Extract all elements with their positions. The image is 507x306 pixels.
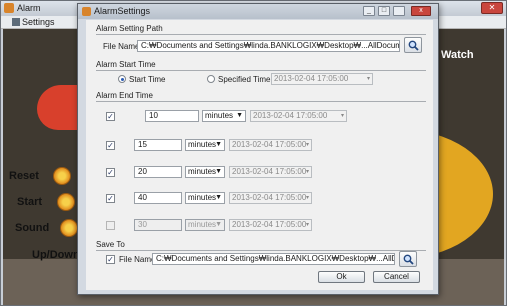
- end-time-amount[interactable]: 30: [134, 219, 182, 231]
- end-time-unit[interactable]: minutes ▼: [185, 139, 225, 151]
- background-window-title: Alarm: [17, 3, 41, 13]
- end-time-picker[interactable]: 2013-02-04 17:05:00 ▾: [250, 110, 347, 122]
- label-updown: Up/Down: [32, 249, 80, 261]
- section-save-to: Save To: [96, 240, 125, 249]
- calendar-icon: ▾: [305, 142, 309, 148]
- magnifier-icon: [403, 254, 414, 265]
- label-reset: Reset: [9, 170, 39, 182]
- end-time-checkbox[interactable]: ✓: [106, 112, 115, 121]
- minimize-button[interactable]: _: [363, 6, 375, 16]
- alarm-settings-dialog: AlarmSettings _ □ x Alarm Setting Path F…: [77, 3, 439, 295]
- start-time-radio[interactable]: [118, 75, 126, 83]
- calendar-icon: ▾: [305, 169, 309, 175]
- separator: [96, 70, 426, 71]
- end-time-value: 2013-02-04 17:05:00: [232, 220, 307, 229]
- section-setting-path: Alarm Setting Path: [96, 24, 163, 33]
- calendar-icon: ▾: [340, 113, 344, 119]
- chevron-down-icon: ▼: [215, 194, 222, 201]
- cancel-button[interactable]: Cancel: [373, 271, 420, 283]
- ok-button[interactable]: Ok: [318, 271, 365, 283]
- end-time-checkbox[interactable]: ✓: [106, 194, 115, 203]
- alarm-icon: [82, 7, 91, 16]
- end-time-amount[interactable]: 20: [134, 166, 182, 178]
- end-time-picker[interactable]: 2013-02-04 17:05:00 ▾: [229, 166, 312, 178]
- app-icon: [4, 3, 14, 13]
- calendar-icon: ▾: [366, 76, 370, 82]
- label-sound: Sound: [15, 222, 50, 234]
- end-time-unit[interactable]: minutes ▼: [185, 219, 225, 231]
- end-time-amount[interactable]: 10: [145, 110, 199, 122]
- separator: [96, 101, 426, 102]
- magnifier-icon: [408, 40, 419, 51]
- end-time-picker[interactable]: 2013-02-04 17:05:00 ▾: [229, 219, 312, 231]
- end-time-value: 2013-02-04 17:05:00: [232, 193, 307, 202]
- dialog-titlebar[interactable]: AlarmSettings _ □ x: [78, 4, 438, 19]
- separator: [96, 250, 426, 251]
- reset-button[interactable]: [53, 167, 71, 185]
- specified-time-picker[interactable]: 2013-02-04 17:05:00 ▾: [271, 73, 373, 85]
- save-to-checkbox[interactable]: ✓: [106, 255, 115, 264]
- unit-label: minutes: [188, 140, 217, 149]
- start-time-radio-label: Start Time: [129, 75, 166, 84]
- chevron-down-icon: ▼: [236, 112, 243, 119]
- dialog-body: Alarm Setting Path File Name C:₩Document…: [86, 20, 433, 290]
- section-end-time: Alarm End Time: [96, 91, 153, 100]
- unit-label: minutes: [205, 111, 234, 120]
- chevron-down-icon: ▼: [215, 168, 222, 175]
- end-time-unit[interactable]: minutes ▼: [185, 166, 225, 178]
- chevron-down-icon: ▼: [215, 141, 222, 148]
- background-close-button[interactable]: ✕: [481, 2, 503, 14]
- specified-time-value: 2013-02-04 17:05:00: [274, 74, 349, 83]
- specified-time-radio-label: Specified Time: [218, 75, 271, 84]
- end-time-value: 2013-02-04 17:05:00: [232, 140, 307, 149]
- label-start: Start: [17, 196, 43, 208]
- maximize-button[interactable]: [393, 6, 405, 16]
- start-button[interactable]: [57, 193, 75, 211]
- specified-time-radio[interactable]: [207, 75, 215, 83]
- menu-item-settings[interactable]: Settings: [22, 17, 55, 27]
- calendar-icon: ▾: [305, 222, 309, 228]
- end-time-amount[interactable]: 15: [134, 139, 182, 151]
- chevron-down-icon: ▼: [215, 221, 222, 228]
- end-time-picker[interactable]: 2013-02-04 17:05:00 ▾: [229, 139, 312, 151]
- end-time-checkbox[interactable]: ✓: [106, 141, 115, 150]
- setting-path-browse-button[interactable]: [404, 37, 422, 53]
- unit-label: minutes: [188, 167, 217, 176]
- setting-path-label: File Name: [103, 42, 140, 51]
- end-time-picker[interactable]: 2013-02-04 17:05:00 ▾: [229, 192, 312, 204]
- separator: [96, 34, 426, 35]
- end-time-value: 2013-02-04 17:05:00: [253, 111, 328, 120]
- end-time-value: 2013-02-04 17:05:00: [232, 167, 307, 176]
- end-time-checkbox[interactable]: [106, 221, 115, 230]
- dialog-title: AlarmSettings: [94, 6, 151, 16]
- sound-button[interactable]: [60, 219, 78, 237]
- calendar-icon: ▾: [305, 195, 309, 201]
- section-start-time: Alarm Start Time: [96, 60, 156, 69]
- end-time-unit[interactable]: minutes ▼: [202, 110, 246, 122]
- close-button[interactable]: x: [411, 6, 431, 16]
- restore-button[interactable]: □: [378, 6, 390, 16]
- unit-label: minutes: [188, 220, 217, 229]
- save-to-browse-button[interactable]: [399, 251, 417, 267]
- end-time-unit[interactable]: minutes ▼: [185, 192, 225, 204]
- unit-label: minutes: [188, 193, 217, 202]
- settings-menu-icon: [12, 18, 20, 26]
- save-to-label: File Name: [119, 255, 156, 264]
- save-to-path-field[interactable]: C:₩Documents and Settings₩linda.BANKLOGI…: [152, 253, 395, 265]
- setting-path-field[interactable]: C:₩Documents and Settings₩linda.BANKLOGI…: [137, 40, 400, 52]
- label-watch: Watch: [441, 49, 474, 61]
- end-time-amount[interactable]: 40: [134, 192, 182, 204]
- end-time-checkbox[interactable]: ✓: [106, 168, 115, 177]
